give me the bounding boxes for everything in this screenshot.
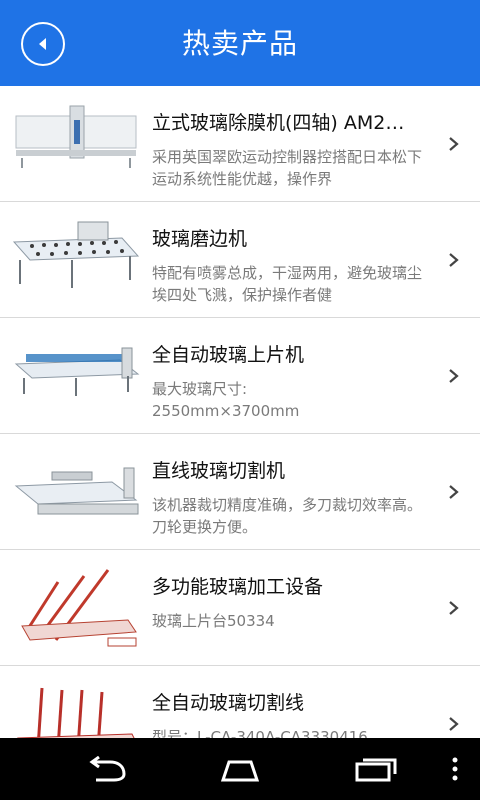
page-title: 热卖产品 [181,27,298,60]
app-header: 热卖产品 [0,0,480,86]
nav-back-button[interactable] [80,750,136,788]
product-item[interactable]: 全自动玻璃上片机 最大玻璃尺寸: 2550mm×3700mm [0,318,480,434]
nav-menu-button[interactable] [446,750,464,788]
back-nav-icon [89,756,126,782]
chevron-right-icon [449,717,459,731]
product-item[interactable]: 玻璃磨边机 特配有喷雾总成，干湿两用，避免玻璃尘埃四处飞溅，保护操作者健 [0,202,480,318]
product-item[interactable]: 多功能玻璃加工设备 玻璃上片台50334 [0,550,480,666]
product-title: 立式玻璃除膜机(四轴) AM2… [152,112,405,134]
product-title: 全自动玻璃上片机 [152,344,305,366]
chevron-right-icon [449,601,459,615]
product-image [12,330,142,420]
chevron-right-icon [449,485,459,499]
product-desc: 特配有喷雾总成，干湿两用，避免玻璃尘埃四处飞溅，保护操作者健 [152,264,423,304]
product-desc: 该机器裁切精度准确，多刀裁切效率高。刀轮更换方便。 [152,496,423,536]
more-vert-icon [452,757,458,781]
product-image [12,562,142,652]
product-image [12,214,142,304]
recent-apps-icon [355,758,397,782]
product-desc: 最大玻璃尺寸: 2550mm×3700mm [152,380,300,420]
product-image [12,678,142,738]
home-icon [220,760,260,782]
chevron-right-icon [449,253,459,267]
product-image [12,98,142,188]
product-title: 直线玻璃切割机 [152,460,286,482]
product-item[interactable]: 直线玻璃切割机 该机器裁切精度准确，多刀裁切效率高。刀轮更换方便。 [0,434,480,550]
chevron-right-icon [449,137,459,151]
nav-recents-button[interactable] [348,750,404,788]
nav-home-button[interactable] [212,750,268,788]
product-desc: 玻璃上片台50334 [152,612,275,630]
product-desc: 采用英国翠欧运动控制器控搭配日本松下运动系统性能优越，操作界 [152,148,423,188]
system-navbar [0,738,480,800]
product-image [12,446,142,536]
product-title: 玻璃磨边机 [152,228,248,250]
product-item[interactable]: 全自动玻璃切割线 型号：L-CA-340A-CA3330416 [0,666,480,738]
product-title: 全自动玻璃切割线 [152,692,305,714]
product-desc: 型号：L-CA-340A-CA3330416 [152,728,368,738]
chevron-right-icon [449,369,459,383]
product-list: 立式玻璃除膜机(四轴) AM2… 采用英国翠欧运动控制器控搭配日本松下运动系统性… [0,86,480,738]
product-item[interactable]: 立式玻璃除膜机(四轴) AM2… 采用英国翠欧运动控制器控搭配日本松下运动系统性… [0,86,480,202]
product-title: 多功能玻璃加工设备 [152,576,324,598]
